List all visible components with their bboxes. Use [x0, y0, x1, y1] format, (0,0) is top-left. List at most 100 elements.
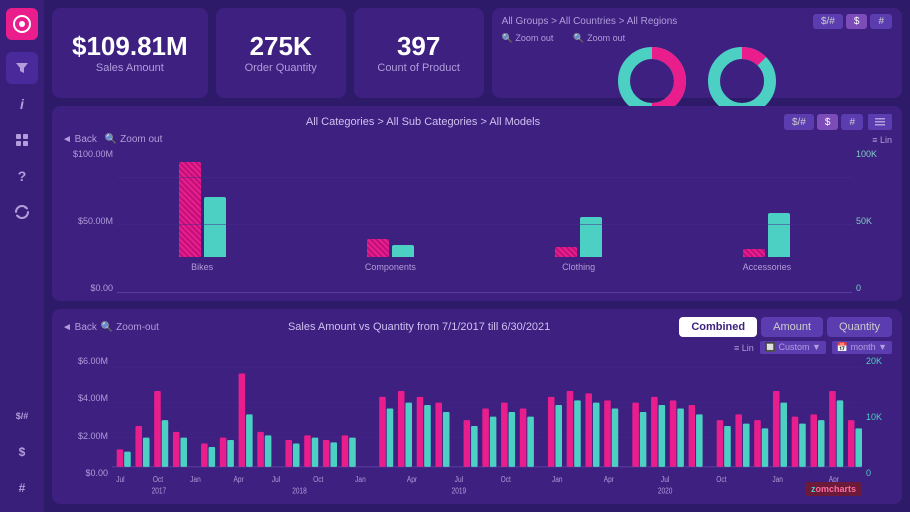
bar-group-accessories: Accessories	[682, 213, 852, 272]
y-left-1: $4.00M	[62, 393, 108, 403]
pie-breadcrumb: All Groups > All Countries > All Regions	[502, 16, 678, 27]
sidebar-item-help[interactable]: ?	[6, 160, 38, 192]
sidebar-item-dollar[interactable]: $	[6, 436, 38, 468]
bottom-custom-btn[interactable]: 🔲 Custom ▼	[760, 341, 826, 354]
pie-btn-hash[interactable]: #	[870, 14, 892, 29]
kpi-product-value: 397	[397, 32, 440, 61]
grid-line-1	[117, 177, 852, 178]
kpi-cards: $109.81M Sales Amount 275K Order Quantit…	[52, 8, 484, 98]
svg-text:2019: 2019	[452, 486, 467, 496]
bar-chart-controls: $/# $ #	[784, 114, 892, 130]
svg-text:Jan: Jan	[552, 474, 563, 484]
y-right-0: 20K	[866, 356, 892, 366]
bottom-lin-label: ≡ Lin	[734, 343, 754, 353]
svg-text:Apr: Apr	[604, 474, 615, 484]
y-right-1: 10K	[866, 412, 892, 422]
bottom-back-btn[interactable]: ◄ Back	[62, 322, 97, 333]
bar-chart-body: $100.00M $50.00M $0.00 Bikes	[62, 149, 892, 293]
svg-text:Jul: Jul	[272, 474, 281, 484]
bar-group-clothing: Clothing	[494, 217, 664, 272]
svg-text:2020: 2020	[658, 486, 673, 496]
pie-btn-dollar[interactable]: $	[846, 14, 868, 29]
svg-text:Jan: Jan	[190, 474, 201, 484]
bar-chart-breadcrumb: All Categories > All Sub Categories > Al…	[62, 116, 784, 128]
bottom-y-left: $6.00M $4.00M $2.00M $0.00	[62, 356, 112, 496]
zmcharts-logo: zomcharts	[805, 482, 862, 496]
kpi-sales: $109.81M Sales Amount	[52, 8, 208, 98]
svg-text:Jul: Jul	[116, 474, 125, 484]
bar-y-axis-left: $100.00M $50.00M $0.00	[62, 149, 117, 293]
sidebar-item-hash[interactable]: #	[6, 472, 38, 504]
pie-zoom-right[interactable]: 🔍 Zoom out	[573, 33, 625, 44]
kpi-sales-label: Sales Amount	[96, 62, 164, 74]
pie-charts-area: All Groups > All Countries > All Regions…	[492, 8, 902, 98]
y-right-2: 0	[866, 468, 892, 478]
sidebar-item-info[interactable]: i	[6, 88, 38, 120]
svg-text:Apr: Apr	[407, 474, 418, 484]
bar-btn-hash[interactable]: #	[841, 114, 863, 130]
bar-bars-area: Bikes Components Clothing	[117, 149, 852, 293]
bar-label-components: Components	[365, 262, 416, 272]
pie-btn-group: $/# $ #	[813, 14, 892, 29]
sidebar-item-dollar-hash[interactable]: $/#	[6, 400, 38, 432]
top-row: $109.81M Sales Amount 275K Order Quantit…	[52, 8, 902, 98]
bottom-chart-body: $6.00M $4.00M $2.00M $0.00	[62, 356, 892, 496]
bar-label-accessories: Accessories	[743, 262, 792, 272]
svg-text:Oct: Oct	[153, 474, 163, 484]
sidebar-item-grid[interactable]	[6, 124, 38, 156]
bar-back-btn[interactable]: ◄ Back	[62, 134, 97, 145]
bar-lin-label: ≡ Lin	[872, 135, 892, 145]
kpi-sales-value: $109.81M	[72, 32, 188, 61]
bar-chart-header: All Categories > All Sub Categories > Al…	[62, 114, 892, 130]
logo[interactable]	[6, 8, 38, 40]
bar-clothing-sales	[555, 247, 577, 257]
kpi-product-label: Count of Product	[377, 62, 460, 74]
bar-btn-dollar[interactable]: $	[817, 114, 839, 130]
bar-y-right-0: 100K	[856, 149, 892, 159]
bar-chart-panel: All Categories > All Sub Categories > Al…	[52, 106, 902, 301]
bottom-chart-svg: Jul Oct Jan Apr Jul Oct Jan Apr Jul Oct …	[112, 356, 862, 496]
bar-y-right-1: 50K	[856, 216, 892, 226]
grid-line-2	[117, 224, 852, 225]
bottom-zoom-btn[interactable]: 🔍 Zoom-out	[101, 322, 159, 333]
bar-y-label-1: $50.00M	[62, 216, 113, 226]
bar-label-clothing: Clothing	[562, 262, 595, 272]
bottom-chart-title: Sales Amount vs Quantity from 7/1/2017 t…	[159, 321, 679, 333]
bar-components-sales	[367, 239, 389, 257]
bar-components-quantity	[392, 245, 414, 257]
bar-accessories-sales	[743, 249, 765, 257]
bar-btn-dollar-hash[interactable]: $/#	[784, 114, 814, 130]
bar-zoom-btn[interactable]: 🔍 Zoom out	[105, 134, 162, 145]
bar-label-bikes: Bikes	[191, 262, 213, 272]
btn-amount[interactable]: Amount	[761, 317, 823, 337]
y-left-0: $6.00M	[62, 356, 108, 366]
pie-header: All Groups > All Countries > All Regions…	[502, 14, 892, 29]
bar-y-right-2: 0	[856, 283, 892, 293]
sidebar-item-filter[interactable]	[6, 52, 38, 84]
svg-text:2017: 2017	[152, 486, 167, 496]
bar-y-label-2: $0.00	[62, 283, 113, 293]
pie-btn-dollar-hash[interactable]: $/#	[813, 14, 843, 29]
bar-bikes-quantity	[204, 197, 226, 257]
y-left-2: $2.00M	[62, 431, 108, 441]
sidebar-item-sync[interactable]	[6, 196, 38, 228]
btn-quantity[interactable]: Quantity	[827, 317, 892, 337]
svg-text:Apr: Apr	[233, 474, 244, 484]
main-content: $109.81M Sales Amount 275K Order Quantit…	[44, 0, 910, 512]
bottom-month-btn[interactable]: 📅 month ▼	[832, 341, 892, 354]
bottom-y-right: 20K 10K 0	[862, 356, 892, 496]
pie-zoom-left[interactable]: 🔍 Zoom out	[502, 33, 554, 44]
bar-group-components: Components	[305, 239, 475, 272]
bar-y-axis-right: 100K 50K 0	[852, 149, 892, 293]
svg-text:Oct: Oct	[313, 474, 323, 484]
svg-text:Oct: Oct	[501, 474, 511, 484]
combined-btns: Combined Amount Quantity	[679, 317, 892, 337]
bottom-chart-header: ◄ Back 🔍 Zoom-out Sales Amount vs Quanti…	[62, 317, 892, 337]
kpi-quantity-label: Order Quantity	[245, 62, 317, 74]
svg-text:Jan: Jan	[355, 474, 366, 484]
y-left-3: $0.00	[62, 468, 108, 478]
btn-combined[interactable]: Combined	[679, 317, 757, 337]
svg-text:Jul: Jul	[661, 474, 670, 484]
bottom-chart-panel: ◄ Back 🔍 Zoom-out Sales Amount vs Quanti…	[52, 309, 902, 504]
bottom-nav: ◄ Back 🔍 Zoom-out	[62, 322, 159, 333]
